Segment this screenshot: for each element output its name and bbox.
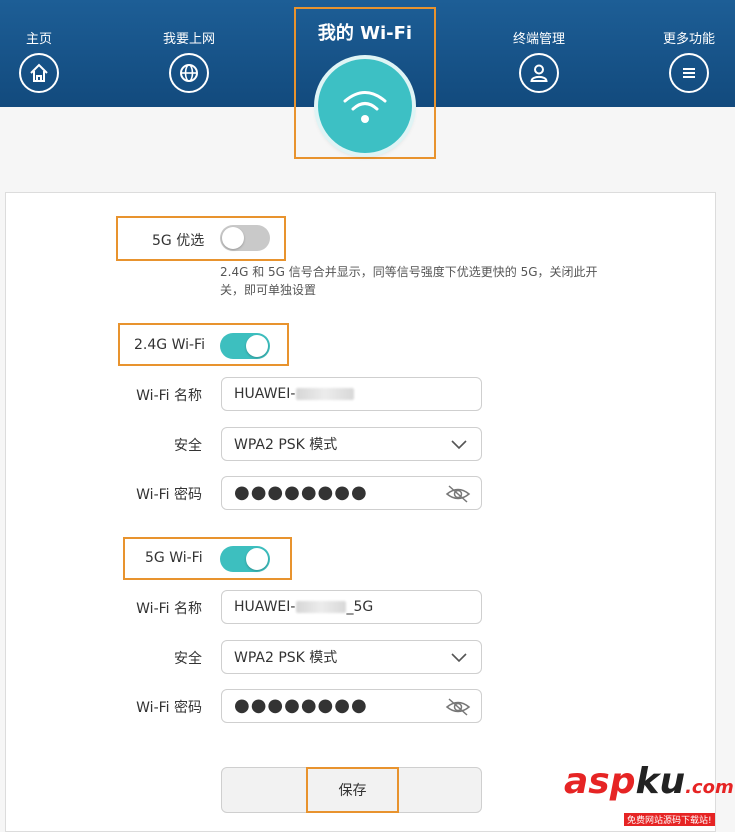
wifi-icon	[318, 59, 412, 153]
redacted-blur	[296, 388, 355, 400]
nav-active-label: 我的 Wi-Fi	[317, 23, 413, 44]
globe-icon	[169, 53, 209, 93]
toggle-knob	[222, 227, 244, 249]
wifi-24g-security-label: 安全	[174, 438, 202, 454]
toggle-knob	[246, 548, 268, 570]
nav-label: 更多功能	[662, 32, 715, 47]
nav-item-devices[interactable]: 终端管理	[484, 30, 594, 93]
aspku-watermark-logo: aspku.com 免费网站源码下载站!	[564, 762, 734, 826]
toggle-knob	[246, 335, 268, 357]
ssid-suffix: _5G	[346, 599, 374, 615]
security-value: WPA2 PSK 模式	[234, 650, 338, 666]
wifi-24g-name-input[interactable]: HUAWEI-	[221, 377, 482, 411]
nav-label: 我要上网	[162, 32, 215, 47]
wifi-5g-name-input[interactable]: HUAWEI- _5G	[221, 590, 482, 624]
watermark-part: .com	[685, 777, 734, 798]
nav-item-more[interactable]: 更多功能	[634, 30, 735, 93]
wifi-5g-security-select[interactable]: WPA2 PSK 模式	[221, 640, 482, 674]
hide-password-icon[interactable]	[445, 484, 471, 504]
watermark-part: ku	[635, 761, 686, 802]
wifi-5g-security-label: 安全	[174, 651, 202, 667]
wifi-24g-password-label: Wi-Fi 密码	[136, 487, 202, 503]
password-mask: ●●●●●●●●	[234, 482, 368, 503]
wifi-24g-name-label: Wi-Fi 名称	[136, 388, 202, 404]
nav-label: 终端管理	[512, 32, 565, 47]
nav-label: 主页	[25, 32, 52, 47]
wifi-5g-password-label: Wi-Fi 密码	[136, 700, 202, 716]
nav-item-internet[interactable]: 我要上网	[134, 30, 244, 93]
save-label: 保存	[338, 783, 367, 799]
watermark-part: asp	[564, 761, 636, 802]
chevron-down-icon	[451, 440, 467, 450]
home-icon	[19, 53, 59, 93]
wifi-5g-toggle[interactable]	[220, 546, 270, 572]
password-mask: ●●●●●●●●	[234, 695, 368, 716]
chevron-down-icon	[451, 653, 467, 663]
nav-item-home[interactable]: 主页	[0, 30, 94, 93]
pref-5g-toggle[interactable]	[220, 225, 270, 251]
security-value: WPA2 PSK 模式	[234, 437, 338, 453]
redacted-blur	[296, 601, 347, 613]
watermark-text: aspku.com	[564, 762, 734, 808]
hide-password-icon[interactable]	[445, 697, 471, 717]
save-button-highlight[interactable]: 保存	[306, 767, 399, 813]
wifi-5g-password-input[interactable]: ●●●●●●●●	[221, 689, 482, 723]
wifi-24g-password-input[interactable]: ●●●●●●●●	[221, 476, 482, 510]
wifi-5g-label: 5G Wi-Fi	[145, 550, 203, 566]
wifi-5g-name-label: Wi-Fi 名称	[136, 601, 202, 617]
wifi-24g-label: 2.4G Wi-Fi	[134, 337, 205, 353]
watermark-subtitle: 免费网站源码下载站!	[624, 813, 715, 826]
wifi-24g-security-select[interactable]: WPA2 PSK 模式	[221, 427, 482, 461]
pref-5g-hint: 2.4G 和 5G 信号合并显示，同等信号强度下优选更快的 5G，关闭此开关，即…	[220, 265, 598, 297]
menu-icon	[669, 53, 709, 93]
nav-item-my-wifi-highlight[interactable]: 我的 Wi-Fi	[294, 7, 436, 159]
ssid-text: HUAWEI-	[234, 599, 296, 615]
ssid-text: HUAWEI-	[234, 386, 296, 402]
wifi-24g-toggle[interactable]	[220, 333, 270, 359]
user-icon	[519, 53, 559, 93]
pref-5g-label: 5G 优选	[152, 233, 205, 249]
